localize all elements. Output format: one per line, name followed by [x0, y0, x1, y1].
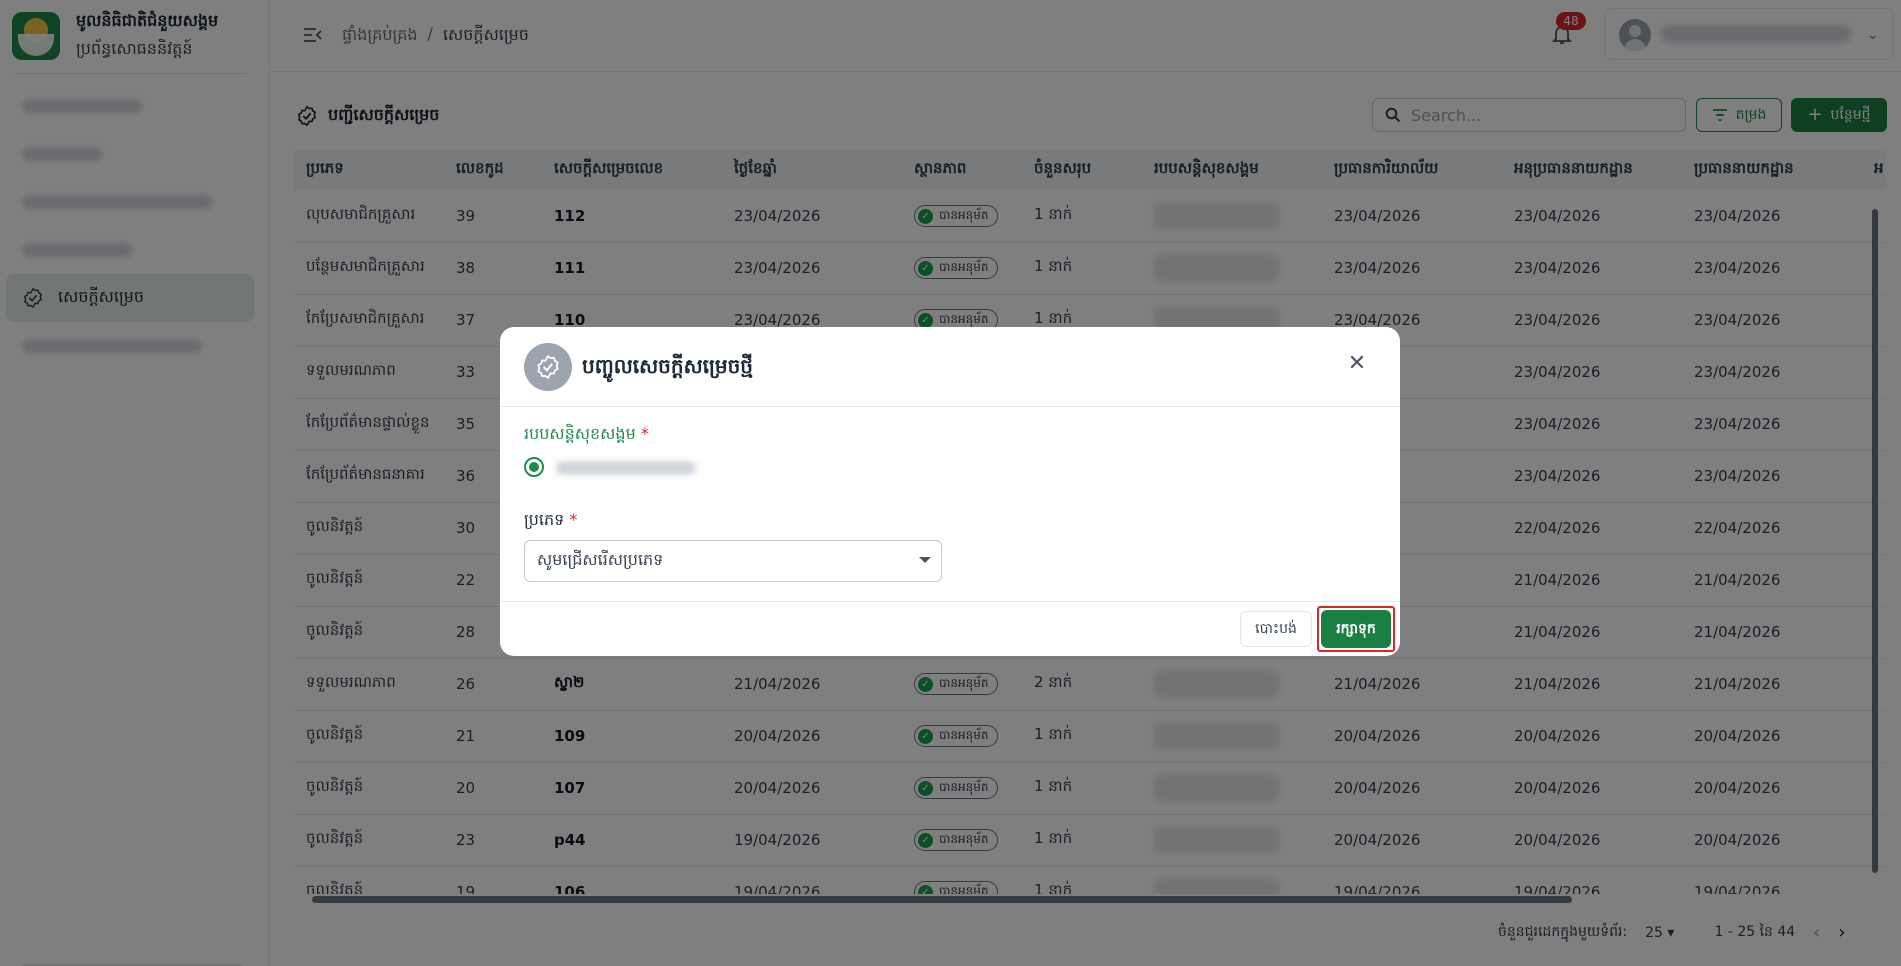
dialog-title: បញ្ចូលសេចក្តីសម្រេចថ្មី: [582, 354, 753, 378]
check-badge-icon: [524, 343, 572, 391]
scheme-option-redacted: [556, 461, 696, 475]
save-button[interactable]: រក្សាទុក: [1321, 610, 1391, 648]
dialog-footer: បោះបង់ រក្សាទុក: [500, 601, 1400, 656]
type-select[interactable]: សូមជ្រើសរើសប្រភេទ: [524, 540, 942, 582]
new-decision-dialog: បញ្ចូលសេចក្តីសម្រេចថ្មី ✕ របបសន្តិសុខសង្…: [500, 327, 1400, 656]
type-select-placeholder: សូមជ្រើសរើសប្រភេទ: [537, 550, 664, 569]
dialog-header: បញ្ចូលសេចក្តីសម្រេចថ្មី ✕: [500, 327, 1400, 407]
type-field-label: ប្រភេទ *: [524, 510, 578, 529]
required-mark: *: [569, 510, 578, 529]
scheme-field-label: របបសន្តិសុខសង្គម *: [524, 424, 649, 443]
caret-down-icon: [919, 557, 931, 563]
cancel-button[interactable]: បោះបង់: [1240, 611, 1312, 647]
required-mark: *: [640, 424, 649, 443]
close-icon[interactable]: ✕: [1342, 349, 1372, 379]
scheme-radio[interactable]: [524, 457, 544, 477]
